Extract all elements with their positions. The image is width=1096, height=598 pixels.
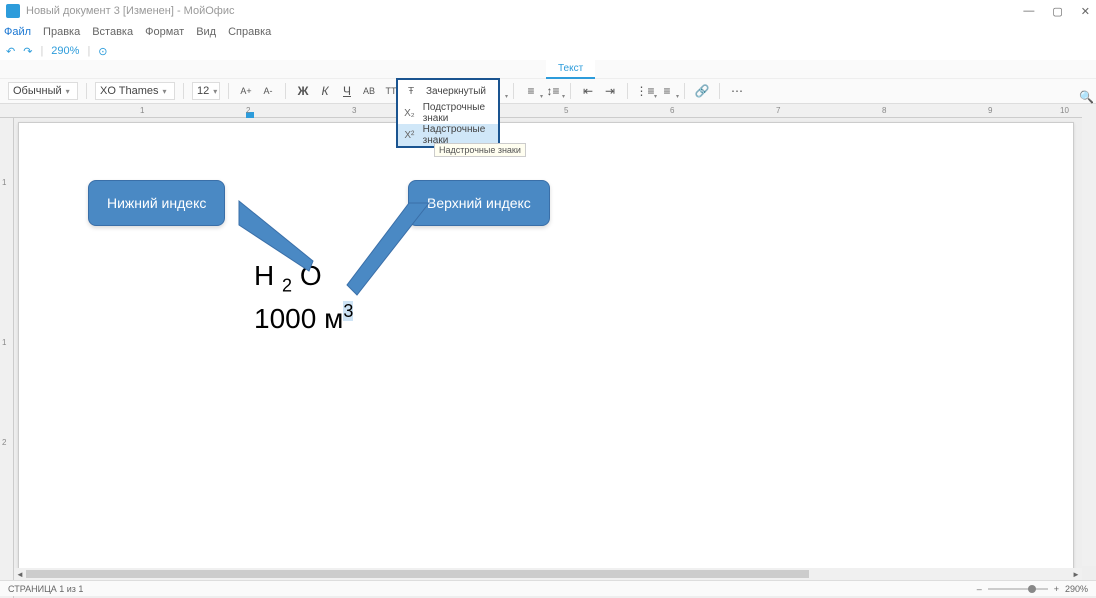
horizontal-ruler[interactable]: 1 2 3 5 6 7 8 9 10 xyxy=(0,104,1096,118)
underline-button[interactable]: Ч xyxy=(338,82,356,100)
close-button[interactable]: ✕ xyxy=(1081,5,1090,18)
size-combo[interactable]: 12▾ xyxy=(192,82,220,100)
style-combo[interactable]: Обычный▾ xyxy=(8,82,78,100)
menu-bar: Файл Правка Вставка Формат Вид Справка xyxy=(0,22,1096,42)
dropdown-strike[interactable]: Ŧ Зачеркнутый xyxy=(398,80,498,102)
horizontal-scrollbar[interactable]: ◄ ► xyxy=(14,568,1082,580)
menu-insert[interactable]: Вставка xyxy=(92,26,133,38)
magnifier-icon[interactable]: 🔍 xyxy=(1079,90,1094,104)
ribbon-tab-row: Текст xyxy=(0,60,1096,78)
line-2: 1000 м3 xyxy=(254,299,353,338)
menu-file[interactable]: Файл xyxy=(4,26,31,38)
more-formatting-dropdown: Ŧ Зачеркнутый X₂ Подстрочные знаки X² На… xyxy=(396,78,500,148)
scroll-left-icon[interactable]: ◄ xyxy=(14,570,26,579)
menu-view[interactable]: Вид xyxy=(196,26,216,38)
status-bar: СТРАНИЦА 1 из 1 – + 290% xyxy=(0,580,1096,596)
superscript-icon: X² xyxy=(404,130,415,141)
quick-access-bar: ↶ ↷ | 290% | ⊙ xyxy=(0,42,1096,60)
vertical-ruler[interactable]: 1 1 2 xyxy=(0,118,14,598)
indent-increase-button[interactable]: ⇥ xyxy=(601,82,619,100)
align-button[interactable]: ≡▾ xyxy=(522,82,540,100)
undo-icon[interactable]: ↶ xyxy=(6,45,15,58)
target-icon[interactable]: ⊙ xyxy=(98,45,107,58)
menu-edit[interactable]: Правка xyxy=(43,26,80,38)
zoom-in-button[interactable]: + xyxy=(1054,584,1059,594)
app-logo-icon xyxy=(6,4,20,18)
menu-help[interactable]: Справка xyxy=(228,26,271,38)
redo-icon[interactable]: ↷ xyxy=(23,45,32,58)
scroll-right-icon[interactable]: ► xyxy=(1070,570,1082,579)
zoom-value[interactable]: 290% xyxy=(51,45,79,57)
bullet-list-button[interactable]: ⋮≡▾ xyxy=(636,82,654,100)
increase-font-button[interactable]: A+ xyxy=(237,82,255,100)
window-controls: — ▢ ✕ xyxy=(1023,5,1090,18)
callout-upper-index: Верхний индекс xyxy=(408,180,550,226)
separator: | xyxy=(87,45,90,57)
tab-text[interactable]: Текст xyxy=(546,60,595,79)
decrease-font-button[interactable]: A- xyxy=(259,82,277,100)
more-button[interactable]: ⋯ xyxy=(728,82,746,100)
strikethrough-icon: Ŧ xyxy=(404,86,418,97)
tooltip: Надстрочные знаки xyxy=(434,143,526,157)
minimize-button[interactable]: — xyxy=(1023,5,1034,18)
page-indicator[interactable]: СТРАНИЦА 1 из 1 xyxy=(8,584,83,594)
maximize-button[interactable]: ▢ xyxy=(1052,5,1062,18)
number-list-button[interactable]: ≡▾ xyxy=(658,82,676,100)
window-title: Новый документ 3 [Изменен] - МойОфис xyxy=(26,5,234,17)
zoom-percent[interactable]: 290% xyxy=(1065,584,1088,594)
callout-lower-index: Нижний индекс xyxy=(88,180,225,226)
toolbar: Обычный▾ XO Thames▾ 12▾ A+ A- Ж К Ч АВ Т… xyxy=(0,78,1096,104)
line-spacing-button[interactable]: ↕≡▾ xyxy=(544,82,562,100)
title-bar: Новый документ 3 [Изменен] - МойОфис — ▢… xyxy=(0,0,1096,22)
menu-format[interactable]: Формат xyxy=(145,26,184,38)
link-button[interactable]: 🔗 xyxy=(693,82,711,100)
scroll-thumb[interactable] xyxy=(26,570,809,578)
caps-button[interactable]: АВ xyxy=(360,82,378,100)
bold-button[interactable]: Ж xyxy=(294,82,312,100)
subscript-icon: X₂ xyxy=(404,108,415,119)
indent-decrease-button[interactable]: ⇤ xyxy=(579,82,597,100)
vertical-scrollbar[interactable] xyxy=(1082,106,1096,566)
dropdown-subscript[interactable]: X₂ Подстрочные знаки xyxy=(398,102,498,124)
zoom-out-button[interactable]: – xyxy=(977,584,982,594)
italic-button[interactable]: К xyxy=(316,82,334,100)
font-combo[interactable]: XO Thames▾ xyxy=(95,82,175,100)
separator: | xyxy=(40,45,43,57)
zoom-slider[interactable] xyxy=(988,588,1048,590)
